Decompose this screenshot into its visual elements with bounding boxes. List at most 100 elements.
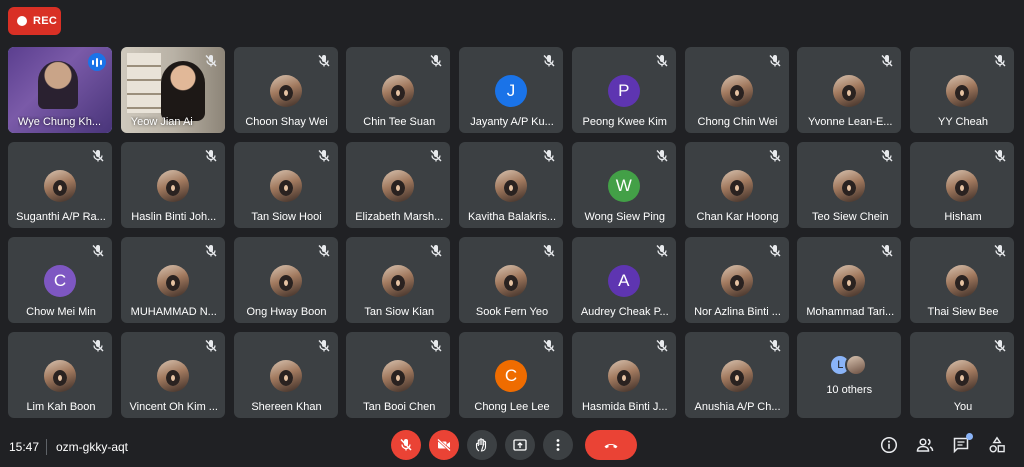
mic-off-icon [203, 148, 219, 164]
participant-tile-lim-kah-boon[interactable]: Lim Kah Boon [8, 332, 112, 418]
participant-tile-wye-chung-kh[interactable]: Wye Chung Kh... [8, 47, 112, 133]
record-dot-icon [17, 16, 27, 26]
mic-off-icon [203, 243, 219, 259]
participant-tile-ong-hway-boon[interactable]: Ong Hway Boon [233, 237, 338, 323]
participant-name: Yvonne Lean-E... [808, 116, 893, 128]
participant-tile-wong-siew-ping[interactable]: W Wong Siew Ping [571, 142, 676, 228]
avatar [946, 360, 978, 392]
participant-name: Chin Tee Suan [363, 116, 436, 128]
phone-hangup-icon [603, 437, 619, 453]
avatar [720, 75, 753, 107]
participant-tile-tan-siow-kian[interactable]: Tan Siow Kian [346, 237, 451, 323]
avatar [495, 170, 527, 202]
participant-tile-yvonne-lean-e[interactable]: Yvonne Lean-E... [797, 47, 902, 133]
participant-tile-chong-lee-lee[interactable]: C Chong Lee Lee [459, 332, 563, 418]
camera-toggle-button[interactable] [429, 430, 459, 460]
participant-name: Elizabeth Marsh... [355, 211, 444, 223]
mic-off-icon [654, 53, 670, 69]
meeting-details-button[interactable] [880, 436, 898, 454]
mic-off-icon [992, 338, 1008, 354]
participant-tile-haslin-binti-joh[interactable]: Haslin Binti Joh... [120, 142, 225, 228]
avatar: A [607, 265, 640, 297]
participant-tile-sook-fern-yeo[interactable]: Sook Fern Yeo [459, 237, 563, 323]
participant-tile-yeow-jian-ai[interactable]: Yeow Jian Ai [120, 47, 225, 133]
participant-name: Hisham [944, 211, 982, 223]
more-options-button[interactable] [543, 430, 573, 460]
participant-name: MUHAMMAD N... [130, 306, 217, 318]
participant-name: Tan Siow Hooi [251, 211, 322, 223]
participant-tile-you[interactable]: You [910, 332, 1014, 418]
participant-name: Chan Kar Hoong [696, 211, 779, 223]
participant-tile-shereen-khan[interactable]: Shereen Khan [233, 332, 338, 418]
participant-tile-muhammad-n[interactable]: MUHAMMAD N... [120, 237, 225, 323]
participant-tile-chow-mei-min[interactable]: C Chow Mei Min [8, 237, 112, 323]
participant-tile-teo-siew-chein[interactable]: Teo Siew Chein [797, 142, 902, 228]
recording-label: REC [33, 15, 58, 27]
participant-tile-hasmida-binti-j[interactable]: Hasmida Binti J... [571, 332, 676, 418]
participant-tile-tan-siow-hooi[interactable]: Tan Siow Hooi [233, 142, 338, 228]
participant-name: Hasmida Binti J... [581, 401, 668, 413]
participant-name: Lim Kah Boon [26, 401, 96, 413]
participant-name: Wong Siew Ping [584, 211, 665, 223]
participant-tile-elizabeth-marsh[interactable]: Elizabeth Marsh... [346, 142, 451, 228]
participant-name: Nor Azlina Binti ... [694, 306, 781, 318]
mic-off-icon [316, 243, 332, 259]
participant-tile-jayanty-a-p-ku[interactable]: J Jayanty A/P Ku... [459, 47, 563, 133]
avatar [946, 170, 978, 202]
raise-hand-button[interactable] [467, 430, 497, 460]
avatar [269, 75, 302, 107]
participant-name: Peong Kwee Kim [582, 116, 667, 128]
participant-tile-nor-azlina-binti[interactable]: Nor Azlina Binti ... [684, 237, 789, 323]
mic-off-icon [654, 243, 670, 259]
participant-tile-suganthi-a-p-ra[interactable]: Suganthi A/P Ra... [8, 142, 112, 228]
participant-tile-vincent-oh-kim[interactable]: Vincent Oh Kim ... [120, 332, 225, 418]
avatar [44, 170, 76, 202]
participant-tile-choon-shay-wei[interactable]: Choon Shay Wei [233, 47, 338, 133]
mic-off-icon [316, 53, 332, 69]
participant-tile-thai-siew-bee[interactable]: Thai Siew Bee [910, 237, 1014, 323]
participant-name: Chong Chin Wei [697, 116, 778, 128]
others-tile[interactable]: L 10 others [797, 332, 902, 418]
mic-off-icon [879, 243, 895, 259]
avatar [833, 265, 866, 297]
participant-tile-chan-kar-hoong[interactable]: Chan Kar Hoong [684, 142, 789, 228]
participant-tile-audrey-cheak-p[interactable]: A Audrey Cheak P... [571, 237, 676, 323]
info-icon [880, 436, 898, 454]
participant-name: Teo Siew Chein [812, 211, 889, 223]
mic-off-icon [541, 338, 557, 354]
chat-button[interactable] [952, 433, 973, 454]
participant-name: Sook Fern Yeo [475, 306, 549, 318]
mic-off-icon [203, 53, 219, 69]
participant-tile-hisham[interactable]: Hisham [910, 142, 1014, 228]
participant-tile-chin-tee-suan[interactable]: Chin Tee Suan [346, 47, 451, 133]
participant-name: Tan Booi Chen [363, 401, 436, 413]
others-avatars: L [829, 354, 869, 376]
mic-off-icon [767, 243, 783, 259]
participant-tile-yy-cheah[interactable]: YY Cheah [910, 47, 1014, 133]
people-button[interactable] [916, 436, 934, 454]
participant-tile-tan-booi-chen[interactable]: Tan Booi Chen [346, 332, 451, 418]
participant-tile-anushia-a-p-ch[interactable]: Anushia A/P Ch... [684, 332, 789, 418]
participant-name: Audrey Cheak P... [580, 306, 669, 318]
avatar: C [44, 265, 76, 297]
participant-tile-peong-kwee-kim[interactable]: P Peong Kwee Kim [571, 47, 676, 133]
participant-tile-mohammad-tari[interactable]: Mohammad Tari... [797, 237, 902, 323]
leave-call-button[interactable] [585, 430, 637, 460]
mic-off-icon [428, 243, 444, 259]
participant-name: Thai Siew Bee [927, 306, 999, 318]
participant-name: Tan Siow Kian [364, 306, 435, 318]
mic-off-icon [992, 243, 1008, 259]
activities-button[interactable] [988, 436, 1006, 454]
mic-off-icon [316, 148, 332, 164]
hand-icon [474, 437, 490, 453]
avatar [44, 360, 76, 392]
participant-tile-kavitha-balakris[interactable]: Kavitha Balakris... [459, 142, 563, 228]
mic-off-icon [90, 243, 106, 259]
participant-tile-chong-chin-wei[interactable]: Chong Chin Wei [684, 47, 789, 133]
bottom-bar: 15:47 ozm-gkky-aqt [0, 428, 1024, 467]
present-screen-button[interactable] [505, 430, 535, 460]
mic-toggle-button[interactable] [391, 430, 421, 460]
avatar [269, 360, 302, 392]
mic-off-icon [398, 437, 414, 453]
mic-off-icon [541, 53, 557, 69]
